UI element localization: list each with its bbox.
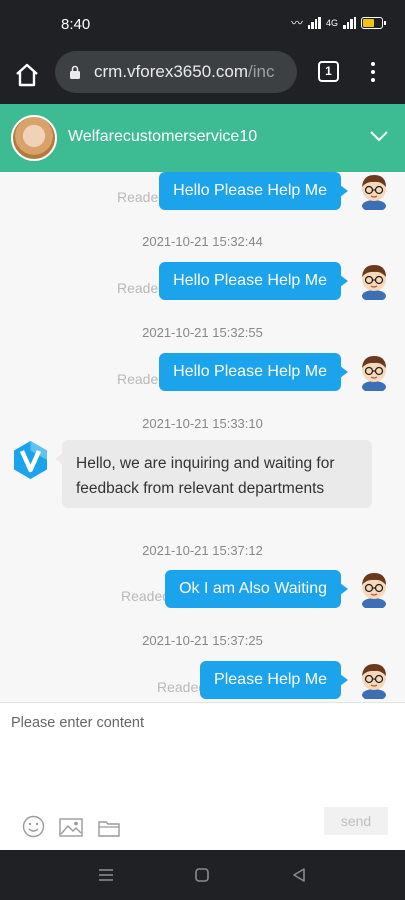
composer: Please enter content send [0, 702, 405, 850]
status-bar: 8:40 〰 4G [0, 0, 405, 48]
outgoing-bubble: Ok I am Also Waiting [165, 570, 348, 608]
back-icon[interactable] [290, 866, 308, 884]
browser-toolbar: crm.vforex3650.com/inc 1 [0, 48, 405, 104]
folder-icon[interactable] [98, 819, 120, 837]
vibrate-icon: 〰 [290, 16, 303, 30]
message-list[interactable]: Readed Hello Please Help Me 2021-10-21 1… [0, 172, 405, 702]
address-bar[interactable]: crm.vforex3650.com/inc [55, 51, 297, 93]
image-icon[interactable] [59, 818, 83, 837]
url-main: crm.vforex3650.com [94, 62, 248, 81]
user-avatar-icon [362, 356, 386, 391]
chevron-down-icon[interactable] [369, 129, 389, 143]
system-nav-bar [0, 850, 405, 900]
message-input[interactable]: Please enter content [11, 715, 144, 731]
network-type: 4G [325, 17, 338, 28]
battery-fill [363, 18, 374, 27]
tab-switcher-button[interactable]: 1 [318, 61, 339, 82]
home-nav-icon[interactable] [193, 866, 211, 884]
user-avatar-icon [362, 265, 386, 300]
emoji-icon[interactable] [22, 815, 45, 838]
incoming-line: Hello, we are inquiring and waiting for [76, 455, 335, 472]
read-status: Readed [157, 679, 207, 695]
url-text: crm.vforex3650.com/inc [94, 62, 274, 82]
signal-icon-2 [343, 16, 356, 29]
message-timestamp: 2021-10-21 15:37:25 [142, 633, 263, 648]
outgoing-bubble: Hello Please Help Me [159, 353, 348, 391]
url-tail: /inc [248, 62, 275, 81]
lock-icon [70, 65, 80, 79]
vforex-logo-icon [14, 441, 47, 479]
user-avatar-icon [362, 664, 386, 699]
outgoing-bubble: Hello Please Help Me [159, 262, 348, 300]
message-timestamp: 2021-10-21 15:32:55 [142, 325, 263, 340]
send-button[interactable]: send [324, 807, 388, 835]
status-time: 8:40 [61, 16, 91, 33]
chat-header: Welfarecustomerservice10 [0, 104, 405, 172]
battery-icon [361, 16, 386, 29]
recents-icon[interactable] [97, 866, 115, 884]
chat-title: Welfarecustomerservice10 [68, 128, 258, 145]
read-status: Readed [121, 588, 171, 604]
user-avatar-icon [362, 573, 386, 608]
message-timestamp: 2021-10-21 15:32:44 [142, 234, 263, 249]
message-timestamp: 2021-10-21 15:33:10 [142, 416, 263, 431]
outgoing-bubble: Please Help Me [200, 661, 348, 699]
agent-avatar [11, 115, 57, 161]
signal-icon [307, 16, 321, 29]
user-avatar-icon [362, 175, 386, 210]
home-icon[interactable] [14, 62, 40, 88]
more-menu-icon[interactable] [366, 59, 380, 85]
incoming-line: feedback from relevant departments [76, 480, 325, 497]
message-timestamp: 2021-10-21 15:37:12 [142, 543, 263, 558]
incoming-bubble: Hello, we are inquiring and waiting for … [55, 440, 372, 508]
status-icons: 〰 4G [290, 14, 386, 31]
outgoing-bubble: Hello Please Help Me [159, 172, 348, 210]
